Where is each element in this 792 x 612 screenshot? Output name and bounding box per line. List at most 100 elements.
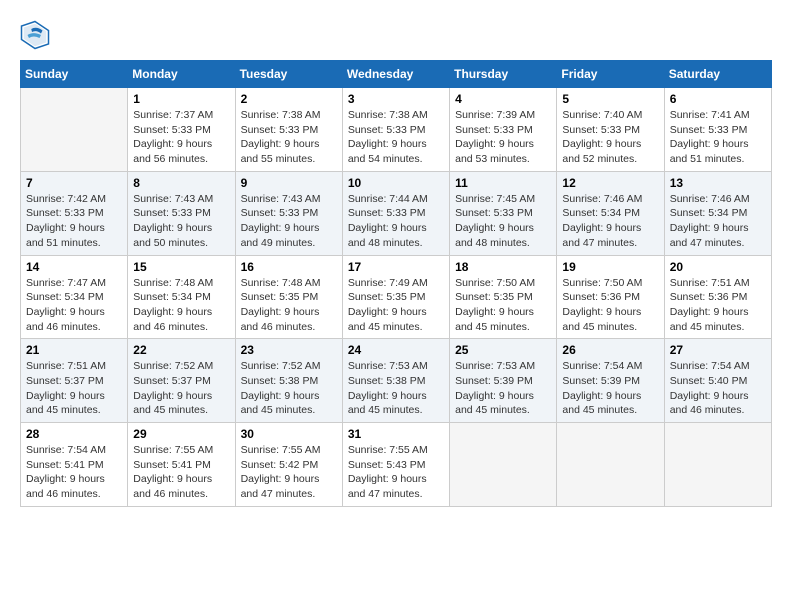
calendar-cell: 7 Sunrise: 7:42 AM Sunset: 5:33 PM Daylig… xyxy=(21,171,128,255)
col-header-friday: Friday xyxy=(557,61,664,88)
col-header-wednesday: Wednesday xyxy=(342,61,449,88)
day-info: Sunrise: 7:45 AM Sunset: 5:33 PM Dayligh… xyxy=(455,192,551,251)
day-number: 12 xyxy=(562,176,658,190)
day-number: 27 xyxy=(670,343,766,357)
day-info: Sunrise: 7:46 AM Sunset: 5:34 PM Dayligh… xyxy=(670,192,766,251)
day-info: Sunrise: 7:55 AM Sunset: 5:42 PM Dayligh… xyxy=(241,443,337,502)
day-info: Sunrise: 7:55 AM Sunset: 5:41 PM Dayligh… xyxy=(133,443,229,502)
day-number: 19 xyxy=(562,260,658,274)
day-number: 18 xyxy=(455,260,551,274)
day-number: 4 xyxy=(455,92,551,106)
calendar-cell: 19 Sunrise: 7:50 AM Sunset: 5:36 PM Dayli… xyxy=(557,255,664,339)
calendar-cell xyxy=(21,88,128,172)
day-info: Sunrise: 7:39 AM Sunset: 5:33 PM Dayligh… xyxy=(455,108,551,167)
calendar-cell: 1 Sunrise: 7:37 AM Sunset: 5:33 PM Daylig… xyxy=(128,88,235,172)
day-number: 11 xyxy=(455,176,551,190)
day-number: 16 xyxy=(241,260,337,274)
day-info: Sunrise: 7:46 AM Sunset: 5:34 PM Dayligh… xyxy=(562,192,658,251)
col-header-thursday: Thursday xyxy=(450,61,557,88)
day-info: Sunrise: 7:37 AM Sunset: 5:33 PM Dayligh… xyxy=(133,108,229,167)
day-number: 2 xyxy=(241,92,337,106)
day-info: Sunrise: 7:47 AM Sunset: 5:34 PM Dayligh… xyxy=(26,276,122,335)
calendar-cell: 28Sunrise: 7:54 AM Sunset: 5:41 PM Dayli… xyxy=(21,423,128,507)
day-info: Sunrise: 7:43 AM Sunset: 5:33 PM Dayligh… xyxy=(133,192,229,251)
day-info: Sunrise: 7:38 AM Sunset: 5:33 PM Dayligh… xyxy=(241,108,337,167)
day-info: Sunrise: 7:48 AM Sunset: 5:35 PM Dayligh… xyxy=(241,276,337,335)
calendar-cell: 25 Sunrise: 7:53 AM Sunset: 5:39 PM Dayli… xyxy=(450,339,557,423)
calendar-cell: 6 Sunrise: 7:41 AM Sunset: 5:33 PM Daylig… xyxy=(664,88,771,172)
day-number: 30 xyxy=(241,427,337,441)
calendar-cell: 2 Sunrise: 7:38 AM Sunset: 5:33 PM Daylig… xyxy=(235,88,342,172)
calendar-cell: 3 Sunrise: 7:38 AM Sunset: 5:33 PM Daylig… xyxy=(342,88,449,172)
day-info: Sunrise: 7:44 AM Sunset: 5:33 PM Dayligh… xyxy=(348,192,444,251)
calendar-cell: 16 Sunrise: 7:48 AM Sunset: 5:35 PM Dayli… xyxy=(235,255,342,339)
day-info: Sunrise: 7:41 AM Sunset: 5:33 PM Dayligh… xyxy=(670,108,766,167)
calendar-cell xyxy=(557,423,664,507)
day-number: 22 xyxy=(133,343,229,357)
day-info: Sunrise: 7:48 AM Sunset: 5:34 PM Dayligh… xyxy=(133,276,229,335)
col-header-tuesday: Tuesday xyxy=(235,61,342,88)
day-number: 5 xyxy=(562,92,658,106)
calendar-cell: 21 Sunrise: 7:51 AM Sunset: 5:37 PM Dayli… xyxy=(21,339,128,423)
calendar-cell: 10 Sunrise: 7:44 AM Sunset: 5:33 PM Dayli… xyxy=(342,171,449,255)
calendar-table: SundayMondayTuesdayWednesdayThursdayFrid… xyxy=(20,60,772,507)
day-number: 25 xyxy=(455,343,551,357)
calendar-cell: 23 Sunrise: 7:52 AM Sunset: 5:38 PM Dayli… xyxy=(235,339,342,423)
calendar-cell: 29Sunrise: 7:55 AM Sunset: 5:41 PM Dayli… xyxy=(128,423,235,507)
calendar-cell: 31 Sunrise: 7:55 AM Sunset: 5:43 PM Dayli… xyxy=(342,423,449,507)
week-row-5: 28Sunrise: 7:54 AM Sunset: 5:41 PM Dayli… xyxy=(21,423,772,507)
day-info: Sunrise: 7:49 AM Sunset: 5:35 PM Dayligh… xyxy=(348,276,444,335)
day-info: Sunrise: 7:54 AM Sunset: 5:39 PM Dayligh… xyxy=(562,359,658,418)
day-number: 1 xyxy=(133,92,229,106)
day-number: 7 xyxy=(26,176,122,190)
day-number: 24 xyxy=(348,343,444,357)
day-info: Sunrise: 7:42 AM Sunset: 5:33 PM Dayligh… xyxy=(26,192,122,251)
week-row-4: 21 Sunrise: 7:51 AM Sunset: 5:37 PM Dayli… xyxy=(21,339,772,423)
col-header-monday: Monday xyxy=(128,61,235,88)
day-number: 23 xyxy=(241,343,337,357)
day-info: Sunrise: 7:53 AM Sunset: 5:39 PM Dayligh… xyxy=(455,359,551,418)
calendar-cell xyxy=(664,423,771,507)
day-info: Sunrise: 7:55 AM Sunset: 5:43 PM Dayligh… xyxy=(348,443,444,502)
logo-icon xyxy=(20,20,50,50)
day-info: Sunrise: 7:54 AM Sunset: 5:40 PM Dayligh… xyxy=(670,359,766,418)
week-row-2: 7 Sunrise: 7:42 AM Sunset: 5:33 PM Daylig… xyxy=(21,171,772,255)
calendar-cell: 26Sunrise: 7:54 AM Sunset: 5:39 PM Dayli… xyxy=(557,339,664,423)
day-info: Sunrise: 7:52 AM Sunset: 5:37 PM Dayligh… xyxy=(133,359,229,418)
calendar-cell: 14Sunrise: 7:47 AM Sunset: 5:34 PM Dayli… xyxy=(21,255,128,339)
day-info: Sunrise: 7:40 AM Sunset: 5:33 PM Dayligh… xyxy=(562,108,658,167)
calendar-cell: 30 Sunrise: 7:55 AM Sunset: 5:42 PM Dayli… xyxy=(235,423,342,507)
calendar-cell: 4 Sunrise: 7:39 AM Sunset: 5:33 PM Daylig… xyxy=(450,88,557,172)
calendar-cell: 22 Sunrise: 7:52 AM Sunset: 5:37 PM Dayli… xyxy=(128,339,235,423)
day-number: 13 xyxy=(670,176,766,190)
calendar-cell: 15 Sunrise: 7:48 AM Sunset: 5:34 PM Dayli… xyxy=(128,255,235,339)
day-number: 3 xyxy=(348,92,444,106)
calendar-cell xyxy=(450,423,557,507)
calendar-cell: 20Sunrise: 7:51 AM Sunset: 5:36 PM Dayli… xyxy=(664,255,771,339)
page-header xyxy=(20,20,772,50)
day-info: Sunrise: 7:50 AM Sunset: 5:36 PM Dayligh… xyxy=(562,276,658,335)
calendar-cell: 24 Sunrise: 7:53 AM Sunset: 5:38 PM Dayli… xyxy=(342,339,449,423)
week-row-3: 14Sunrise: 7:47 AM Sunset: 5:34 PM Dayli… xyxy=(21,255,772,339)
day-info: Sunrise: 7:52 AM Sunset: 5:38 PM Dayligh… xyxy=(241,359,337,418)
day-info: Sunrise: 7:38 AM Sunset: 5:33 PM Dayligh… xyxy=(348,108,444,167)
calendar-cell: 18Sunrise: 7:50 AM Sunset: 5:35 PM Dayli… xyxy=(450,255,557,339)
day-number: 9 xyxy=(241,176,337,190)
calendar-cell: 9 Sunrise: 7:43 AM Sunset: 5:33 PM Daylig… xyxy=(235,171,342,255)
day-number: 10 xyxy=(348,176,444,190)
day-number: 20 xyxy=(670,260,766,274)
day-number: 31 xyxy=(348,427,444,441)
col-header-sunday: Sunday xyxy=(21,61,128,88)
header-row: SundayMondayTuesdayWednesdayThursdayFrid… xyxy=(21,61,772,88)
day-number: 21 xyxy=(26,343,122,357)
day-info: Sunrise: 7:43 AM Sunset: 5:33 PM Dayligh… xyxy=(241,192,337,251)
calendar-cell: 11 Sunrise: 7:45 AM Sunset: 5:33 PM Dayli… xyxy=(450,171,557,255)
calendar-cell: 5 Sunrise: 7:40 AM Sunset: 5:33 PM Daylig… xyxy=(557,88,664,172)
day-info: Sunrise: 7:53 AM Sunset: 5:38 PM Dayligh… xyxy=(348,359,444,418)
day-info: Sunrise: 7:51 AM Sunset: 5:37 PM Dayligh… xyxy=(26,359,122,418)
day-number: 8 xyxy=(133,176,229,190)
day-number: 6 xyxy=(670,92,766,106)
day-number: 15 xyxy=(133,260,229,274)
calendar-cell: 8 Sunrise: 7:43 AM Sunset: 5:33 PM Daylig… xyxy=(128,171,235,255)
calendar-cell: 27 Sunrise: 7:54 AM Sunset: 5:40 PM Dayli… xyxy=(664,339,771,423)
